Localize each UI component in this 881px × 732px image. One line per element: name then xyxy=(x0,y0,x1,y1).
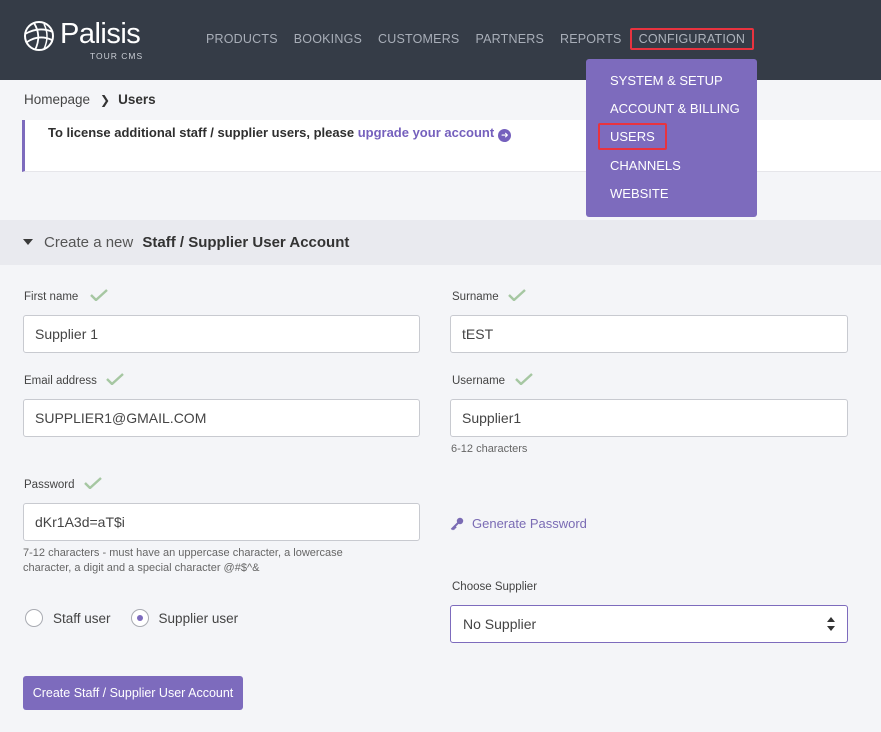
create-account-button[interactable]: Create Staff / Supplier User Account xyxy=(23,676,243,710)
username-label: Username xyxy=(452,375,506,387)
caret-down-icon[interactable] xyxy=(23,239,33,245)
supplier-user-radio[interactable] xyxy=(130,609,149,627)
supplier-select[interactable]: No Supplier xyxy=(450,605,848,643)
staff-user-radio[interactable] xyxy=(25,609,43,627)
surname-input[interactable]: tEST xyxy=(450,315,848,353)
brand-name: Palisis xyxy=(60,18,141,50)
notice-text: To license additional staff / supplier u… xyxy=(48,125,512,142)
breadcrumb: Homepage ❯ Users xyxy=(24,92,156,107)
password-hint-line-1: 7-12 characters - must have an uppercase… xyxy=(23,547,343,559)
generate-password-label: Generate Password xyxy=(472,516,587,531)
first-name-input[interactable]: Supplier 1 xyxy=(23,315,420,353)
menu-item-users[interactable]: USERS xyxy=(598,123,667,150)
choose-supplier-label: Choose Supplier xyxy=(452,581,538,593)
chevron-right-icon: ❯ xyxy=(100,92,111,107)
checkmark-icon xyxy=(515,373,533,385)
menu-item-website[interactable]: WEBSITE xyxy=(610,186,669,201)
create-account-section-header[interactable]: Create a new Staff / Supplier User Accou… xyxy=(0,220,881,265)
username-hint: 6-12 characters xyxy=(451,443,528,455)
nav-customers[interactable]: CUSTOMERS xyxy=(370,28,467,50)
breadcrumb-home-link[interactable]: Homepage xyxy=(24,92,90,107)
email-input[interactable]: SUPPLIER1@GMAIL.COM xyxy=(23,399,420,437)
password-label: Password xyxy=(24,479,75,491)
checkmark-icon xyxy=(84,477,102,489)
configuration-dropdown-menu: SYSTEM & SETUP ACCOUNT & BILLING USERS C… xyxy=(586,59,757,217)
nav-products[interactable]: PRODUCTS xyxy=(198,28,286,50)
surname-label: Surname xyxy=(452,291,499,303)
password-hint-line-2: character, a digit and a special charact… xyxy=(23,562,260,574)
supplier-user-label[interactable]: Supplier user xyxy=(159,611,239,626)
section-title: Create a new Staff / Supplier User Accou… xyxy=(44,234,349,251)
first-name-label: First name xyxy=(24,291,79,303)
nav-configuration[interactable]: CONFIGURATION xyxy=(629,28,755,50)
nav-reports[interactable]: REPORTS xyxy=(552,28,630,50)
upgrade-account-link[interactable]: upgrade your account xyxy=(358,125,495,140)
password-input[interactable]: dKr1A3d=aT$i xyxy=(23,503,420,541)
email-label: Email address xyxy=(24,375,97,387)
generate-password-button[interactable]: Generate Password xyxy=(450,516,587,531)
menu-item-system-setup[interactable]: SYSTEM & SETUP xyxy=(610,73,723,88)
username-input[interactable]: Supplier1 xyxy=(450,399,848,437)
section-title-main: Staff / Supplier User Account xyxy=(142,234,350,251)
key-icon xyxy=(450,517,464,530)
section-title-prefix: Create a new xyxy=(44,234,134,251)
checkmark-icon xyxy=(508,289,526,301)
nav-bookings[interactable]: BOOKINGS xyxy=(286,28,370,50)
nav-partners[interactable]: PARTNERS xyxy=(467,28,552,50)
brand-subtitle: TOUR CMS xyxy=(90,51,144,61)
checkmark-icon xyxy=(90,289,108,301)
breadcrumb-current: Users xyxy=(118,92,156,107)
select-arrows-icon xyxy=(827,617,835,631)
globe-logo-icon xyxy=(24,21,54,51)
notice-message: To license additional staff / supplier u… xyxy=(48,125,358,140)
user-type-radio-group: Staff user Supplier user xyxy=(25,609,258,627)
menu-item-channels[interactable]: CHANNELS xyxy=(610,158,681,173)
menu-item-account-billing[interactable]: ACCOUNT & BILLING xyxy=(610,101,740,116)
checkmark-icon xyxy=(106,373,124,385)
supplier-select-value: No Supplier xyxy=(463,616,537,632)
palisis-logo[interactable]: Palisis TOUR CMS xyxy=(22,18,152,62)
main-nav: PRODUCTS BOOKINGS CUSTOMERS PARTNERS REP… xyxy=(198,28,755,50)
arrow-right-circle-icon[interactable]: ➜ xyxy=(498,129,512,142)
staff-user-label[interactable]: Staff user xyxy=(53,611,111,626)
